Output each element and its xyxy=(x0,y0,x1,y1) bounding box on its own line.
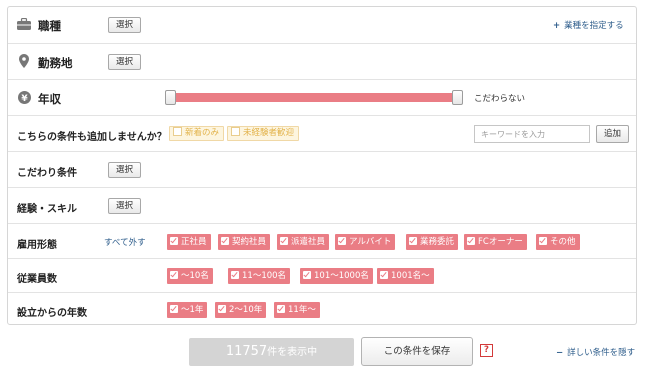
employment-type-label: 雇用形態 xyxy=(17,240,57,251)
years-tag[interactable]: 2〜10年 xyxy=(215,302,267,318)
employees-tag-label: 〜10名 xyxy=(181,271,209,281)
employment-tag-label: 業務委託 xyxy=(420,237,455,247)
salary-max-handle[interactable] xyxy=(452,90,463,105)
checkbox-checked-icon xyxy=(170,305,178,313)
checkbox-icon xyxy=(173,127,182,136)
hide-details-link[interactable]: − 詳しい条件を隠す xyxy=(556,346,635,358)
employment-tag[interactable]: 契約社員 xyxy=(218,234,271,250)
row-employment-type: 雇用形態 すべて外す 正社員 契約社員 派遣社員 アルバイト 業務委託 FCオー… xyxy=(8,223,636,258)
employment-tag-label: その他 xyxy=(550,237,576,247)
employment-tag[interactable]: 正社員 xyxy=(167,234,211,250)
job-type-label: 職種 xyxy=(38,19,61,33)
employees-tag[interactable]: 1001名〜 xyxy=(377,268,434,284)
years-tag[interactable]: 〜1年 xyxy=(167,302,208,318)
salary-range-track xyxy=(173,93,458,102)
save-conditions-button[interactable]: この条件を保存 xyxy=(361,337,473,366)
location-select-button[interactable]: 選択 xyxy=(108,54,142,70)
salary-label: 年収 xyxy=(38,92,61,106)
job-type-select-button[interactable]: 選択 xyxy=(108,17,142,33)
preferences-select-button[interactable]: 選択 xyxy=(108,162,142,178)
checkbox-checked-icon xyxy=(467,237,475,245)
employees-tag[interactable]: 〜10名 xyxy=(167,268,213,284)
new-only-checkbox[interactable]: 新着のみ xyxy=(169,126,225,141)
result-count: 11757 xyxy=(225,344,268,359)
employees-tag-label: 1001名〜 xyxy=(391,271,430,281)
checkbox-checked-icon xyxy=(218,305,226,313)
extra-conditions-label: こちらの条件も追加しませんか？ xyxy=(17,132,167,143)
yen-icon: ¥ xyxy=(18,91,31,104)
minus-icon: − xyxy=(556,348,564,358)
briefcase-icon xyxy=(17,18,31,30)
keyword-input[interactable] xyxy=(474,125,590,143)
map-pin-icon xyxy=(19,54,29,68)
employment-tag-label: アルバイト xyxy=(349,237,392,247)
new-only-label: 新着のみ xyxy=(185,128,220,138)
industry-link-label: 業種を指定する xyxy=(564,21,624,31)
checkbox-checked-icon xyxy=(277,305,285,313)
row-employees: 従業員数 〜10名 11〜100名 101〜1000名 1001名〜 xyxy=(8,258,636,292)
checkbox-checked-icon xyxy=(170,237,178,245)
checkbox-icon xyxy=(231,127,240,136)
employment-tag[interactable]: その他 xyxy=(536,234,580,250)
inexperienced-welcome-label: 未経験者歓迎 xyxy=(243,128,295,138)
checkbox-checked-icon xyxy=(338,237,346,245)
row-salary: ¥ 年収 こだわらない xyxy=(8,79,636,115)
row-preferences: こだわり条件 選択 xyxy=(8,151,636,187)
checkbox-checked-icon xyxy=(280,237,288,245)
row-location: 勤務地 選択 xyxy=(8,43,636,79)
show-results-button: 11757件を表示中 xyxy=(189,338,354,366)
checkbox-checked-icon xyxy=(170,271,178,279)
years-tag-label: 2〜10年 xyxy=(229,305,263,315)
row-years-established: 設立からの年数 〜1年 2〜10年 11年〜 xyxy=(8,292,636,325)
employees-tag[interactable]: 101〜1000名 xyxy=(300,268,373,284)
salary-max-text: こだわらない xyxy=(474,94,526,104)
location-label: 勤務地 xyxy=(38,56,73,70)
employment-tag[interactable]: FCオーナー xyxy=(464,234,527,250)
row-extra-conditions: こちらの条件も追加しませんか？ 新着のみ 未経験者歓迎 追加 xyxy=(8,115,636,151)
industry-link[interactable]: + 業種を指定する xyxy=(553,19,624,31)
result-count-suffix: 件を表示中 xyxy=(267,347,318,358)
employees-tag[interactable]: 11〜100名 xyxy=(228,268,291,284)
checkbox-checked-icon xyxy=(231,271,239,279)
row-job-type: 職種 選択 + 業種を指定する xyxy=(8,7,636,43)
years-tag-label: 11年〜 xyxy=(288,305,316,315)
svg-text:¥: ¥ xyxy=(21,94,28,104)
employment-tag-label: 派遣社員 xyxy=(291,237,326,247)
row-experience: 経験・スキル 選択 xyxy=(8,187,636,223)
search-conditions-panel: 職種 選択 + 業種を指定する 勤務地 選択 ¥ 年収 こだわらない こちらの条件… xyxy=(7,6,637,325)
salary-min-handle[interactable] xyxy=(165,90,176,105)
checkbox-checked-icon xyxy=(539,237,547,245)
experience-label: 経験・スキル xyxy=(17,204,77,215)
employment-tag-label: 正社員 xyxy=(181,237,207,247)
checkbox-checked-icon xyxy=(303,271,311,279)
employment-tag-label: 契約社員 xyxy=(232,237,267,247)
experience-select-button[interactable]: 選択 xyxy=(108,198,142,214)
remove-all-link[interactable]: すべて外す xyxy=(104,236,146,248)
preferences-label: こだわり条件 xyxy=(17,168,77,179)
employees-tag-label: 101〜1000名 xyxy=(314,271,369,281)
checkbox-checked-icon xyxy=(380,271,388,279)
years-tag[interactable]: 11年〜 xyxy=(274,302,320,318)
employees-tag-label: 11〜100名 xyxy=(242,271,287,281)
help-icon[interactable]: ? xyxy=(480,344,493,357)
plus-icon: + xyxy=(553,21,561,31)
years-tag-label: 〜1年 xyxy=(181,305,204,315)
hide-details-label: 詳しい条件を隠す xyxy=(567,348,636,358)
years-established-label: 設立からの年数 xyxy=(17,308,87,319)
employees-label: 従業員数 xyxy=(17,274,57,285)
employment-tag[interactable]: アルバイト xyxy=(335,234,396,250)
employment-tag-label: FCオーナー xyxy=(478,237,523,247)
keyword-add-button[interactable]: 追加 xyxy=(596,125,630,143)
employment-tag[interactable]: 業務委託 xyxy=(406,234,459,250)
checkbox-checked-icon xyxy=(221,237,229,245)
employment-tag[interactable]: 派遣社員 xyxy=(277,234,330,250)
inexperienced-welcome-checkbox[interactable]: 未経験者歓迎 xyxy=(227,126,300,141)
checkbox-checked-icon xyxy=(409,237,417,245)
